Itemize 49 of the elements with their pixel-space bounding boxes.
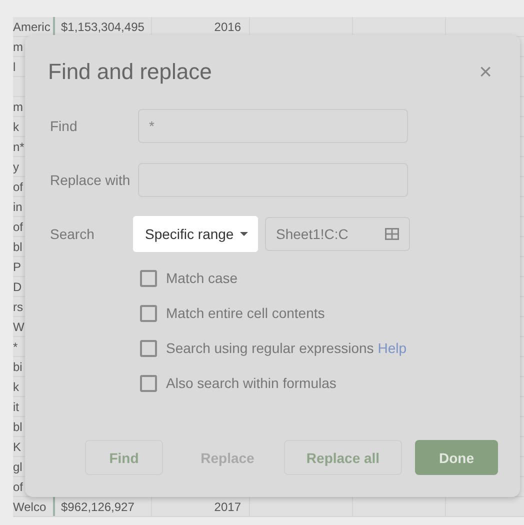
close-button[interactable]: × <box>479 59 492 85</box>
checkbox[interactable] <box>140 270 157 286</box>
text-cell: of <box>13 180 24 194</box>
text-cell: k <box>13 120 19 134</box>
action-button[interactable]: Find <box>85 440 163 475</box>
text-cell: it <box>13 400 19 414</box>
text-cell: l <box>13 60 16 74</box>
text-cell: K <box>13 440 22 454</box>
scope-dropdown[interactable]: Specific range <box>133 216 258 252</box>
option-label: Also search within formulas <box>166 375 336 391</box>
text-cell: rs <box>13 300 23 314</box>
amount-cell: $962,126,927 <box>61 500 134 514</box>
text-cell: in <box>13 200 22 214</box>
dialog-title: Find and replace <box>48 59 212 85</box>
text-cell: m <box>13 40 23 54</box>
option-label: Search using regular expressions <box>166 340 374 356</box>
text-cell: k <box>13 380 19 394</box>
text-cell: bl <box>13 420 22 434</box>
text-cell: bi <box>13 360 22 374</box>
action-button[interactable]: Replace all <box>284 440 402 475</box>
text-cell: Americ <box>13 20 50 34</box>
year-cell: 2016 <box>214 20 241 34</box>
text-cell: of <box>13 480 24 494</box>
text-cell: gl <box>13 460 22 474</box>
option-label: Match case <box>166 270 238 286</box>
help-link[interactable]: Help <box>378 340 407 356</box>
text-cell: m <box>13 100 23 114</box>
year-cell: 2017 <box>214 500 241 514</box>
amount-cell: $1,153,304,495 <box>61 20 144 34</box>
replace-label: Replace with <box>50 172 132 188</box>
checkbox[interactable] <box>140 304 157 322</box>
text-cell: * <box>13 340 18 354</box>
text-cell: bl <box>13 240 22 254</box>
checkbox[interactable] <box>140 340 157 356</box>
text-cell: W <box>13 320 24 334</box>
checkbox[interactable] <box>140 374 157 392</box>
text-cell: Welco <box>13 500 46 514</box>
text-cell: y <box>13 160 19 174</box>
range-field[interactable]: Sheet1!C:C <box>265 217 410 251</box>
text-cell: of <box>13 220 24 234</box>
done-button[interactable]: Done <box>415 440 498 475</box>
grid-icon[interactable] <box>385 228 399 240</box>
text-cell: n* <box>13 140 24 154</box>
text-cell: D <box>13 280 22 294</box>
search-label: Search <box>50 226 96 242</box>
find-label: Find <box>50 118 78 134</box>
option-label: Match entire cell contents <box>166 305 325 321</box>
find-field[interactable]: * <box>138 109 408 143</box>
text-cell: P <box>13 260 22 274</box>
